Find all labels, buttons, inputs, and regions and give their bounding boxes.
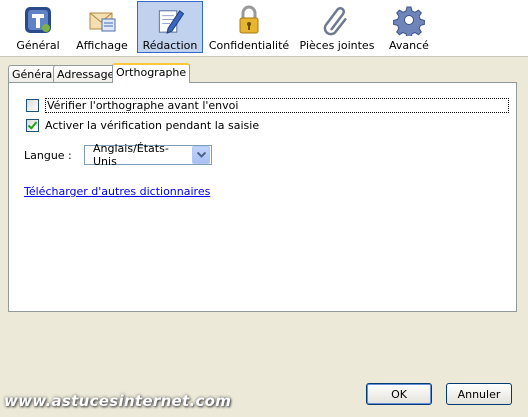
toolbar-button-composition[interactable]: Rédaction <box>137 1 203 53</box>
toolbar-label: Affichage <box>76 39 128 52</box>
toolbar-button-advanced[interactable]: Avancé <box>386 1 432 53</box>
check-while-typing-checkbox[interactable] <box>26 119 39 132</box>
language-select[interactable]: Anglais/États-Unis <box>84 142 212 168</box>
check-while-typing-option[interactable]: Activer la vérification pendant la saisi… <box>26 119 259 132</box>
toolbar-label: Général <box>16 39 60 52</box>
compose-pencil-icon <box>158 10 185 34</box>
check-while-typing-label[interactable]: Activer la vérification pendant la saisi… <box>45 119 259 132</box>
tab-addressing[interactable]: Adressage <box>53 65 119 83</box>
toolbar-button-general[interactable]: Général <box>10 1 66 53</box>
padlock-icon <box>239 5 259 34</box>
thunderbird-icon <box>25 7 51 33</box>
language-label: Langue : <box>24 149 72 162</box>
toolbar-button-attachments[interactable]: Pièces jointes <box>298 1 376 53</box>
paperclip-icon <box>323 6 347 36</box>
gear-icon <box>393 6 425 36</box>
display-envelope-icon <box>89 12 116 32</box>
preferences-toolbar: Général Affichage Rédaction Confidential… <box>0 0 528 57</box>
site-watermark: www.astucesinternet.com <box>4 392 232 410</box>
toolbar-label: Pièces jointes <box>299 39 375 52</box>
toolbar-label: Confidentialité <box>208 39 290 52</box>
toolbar-button-display[interactable]: Affichage <box>72 1 132 53</box>
toolbar-label: Avancé <box>389 39 429 52</box>
language-select-value: Anglais/États-Unis <box>93 142 169 168</box>
tab-spelling[interactable]: Orthographe <box>112 63 191 83</box>
tab-general[interactable]: Général <box>8 65 60 83</box>
spelling-panel: Vérifier l'orthographe avant l'envoi Act… <box>8 82 517 312</box>
chevron-down-icon[interactable] <box>192 146 210 164</box>
toolbar-button-privacy[interactable]: Confidentialité <box>208 1 290 53</box>
check-before-send-option[interactable]: Vérifier l'orthographe avant l'envoi <box>26 98 509 113</box>
cancel-button[interactable]: Annuler <box>446 383 512 405</box>
check-before-send-label[interactable]: Vérifier l'orthographe avant l'envoi <box>45 98 509 113</box>
check-before-send-checkbox[interactable] <box>26 99 39 112</box>
ok-button[interactable]: OK <box>366 383 432 405</box>
download-dictionaries-link[interactable]: Télécharger d'autres dictionnaires <box>24 185 210 198</box>
toolbar-label: Rédaction <box>142 39 198 52</box>
